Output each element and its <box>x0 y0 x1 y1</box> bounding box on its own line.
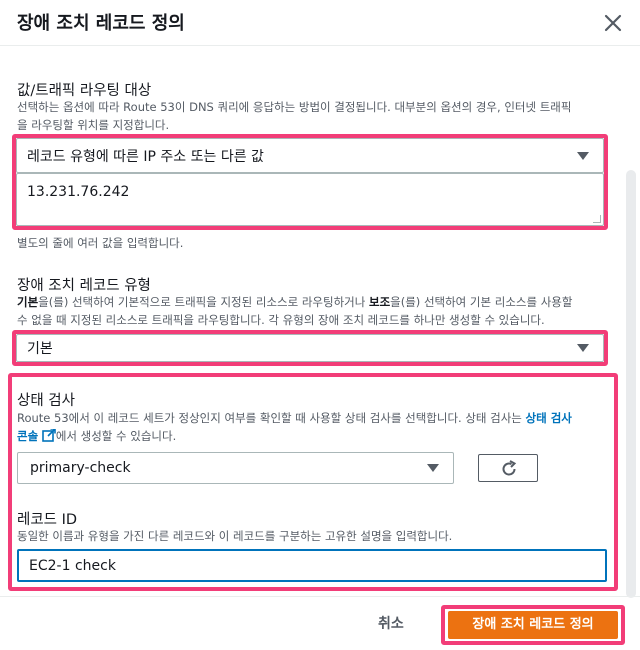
refresh-icon <box>502 460 517 476</box>
scrollbar[interactable] <box>626 170 636 598</box>
routing-value-text: 13.231.76.242 <box>27 184 130 200</box>
routing-hint: 별도의 줄에 여러 값을 입력합니다. <box>17 236 184 250</box>
resize-grip-icon[interactable] <box>593 215 601 223</box>
close-icon[interactable] <box>600 10 626 36</box>
cancel-button[interactable]: 취소 <box>378 613 404 633</box>
refresh-button[interactable] <box>478 454 538 482</box>
health-check-label: 상태 검사 <box>17 393 75 409</box>
define-failover-record-button[interactable]: 장애 조치 레코드 정의 <box>448 611 618 639</box>
routing-value-textarea[interactable]: 13.231.76.242 <box>16 173 604 226</box>
failover-type-label: 장애 조치 레코드 유형 <box>17 278 151 294</box>
caret-down-icon <box>577 151 589 160</box>
health-check-select-value: primary-check <box>30 460 131 476</box>
footer-divider <box>0 596 640 597</box>
record-id-input-value: EC2-1 check <box>29 557 116 574</box>
health-check-select[interactable]: primary-check <box>17 452 454 484</box>
dialog-header: 장애 조치 레코드 정의 <box>0 0 640 46</box>
health-check-console-link[interactable]: 상태 검사 <box>526 411 572 425</box>
failover-type-select[interactable]: 기본 <box>16 334 604 362</box>
caret-down-icon <box>577 344 589 352</box>
caret-down-icon <box>427 464 439 472</box>
routing-description: 선택하는 옵션에 따라 Route 53이 DNS 쿼리에 응답하는 방법이 결… <box>17 100 572 132</box>
dialog-title: 장애 조치 레코드 정의 <box>17 13 185 34</box>
record-id-input[interactable]: EC2-1 check <box>17 549 607 582</box>
health-check-description: Route 53에서 이 레코드 세트가 정상인지 여부를 확인할 때 사용할 … <box>17 411 572 443</box>
external-link-icon[interactable] <box>42 428 56 442</box>
failover-type-select-value: 기본 <box>27 341 53 357</box>
routing-select[interactable]: 레코드 유형에 따른 IP 주소 또는 다른 값 <box>16 138 604 173</box>
failover-type-description: 기본을(를) 선택하여 기본적으로 트래픽을 지정된 리소스로 라우팅하거나 보… <box>17 295 573 327</box>
record-id-label: 레코드 ID <box>17 512 78 528</box>
routing-label: 값/트래픽 라우팅 대상 <box>17 83 152 99</box>
routing-select-value: 레코드 유형에 따른 IP 주소 또는 다른 값 <box>27 148 264 165</box>
record-id-description: 동일한 이름과 유형을 가진 다른 레코드와 이 레코드를 구분하는 고유한 설… <box>17 529 453 543</box>
